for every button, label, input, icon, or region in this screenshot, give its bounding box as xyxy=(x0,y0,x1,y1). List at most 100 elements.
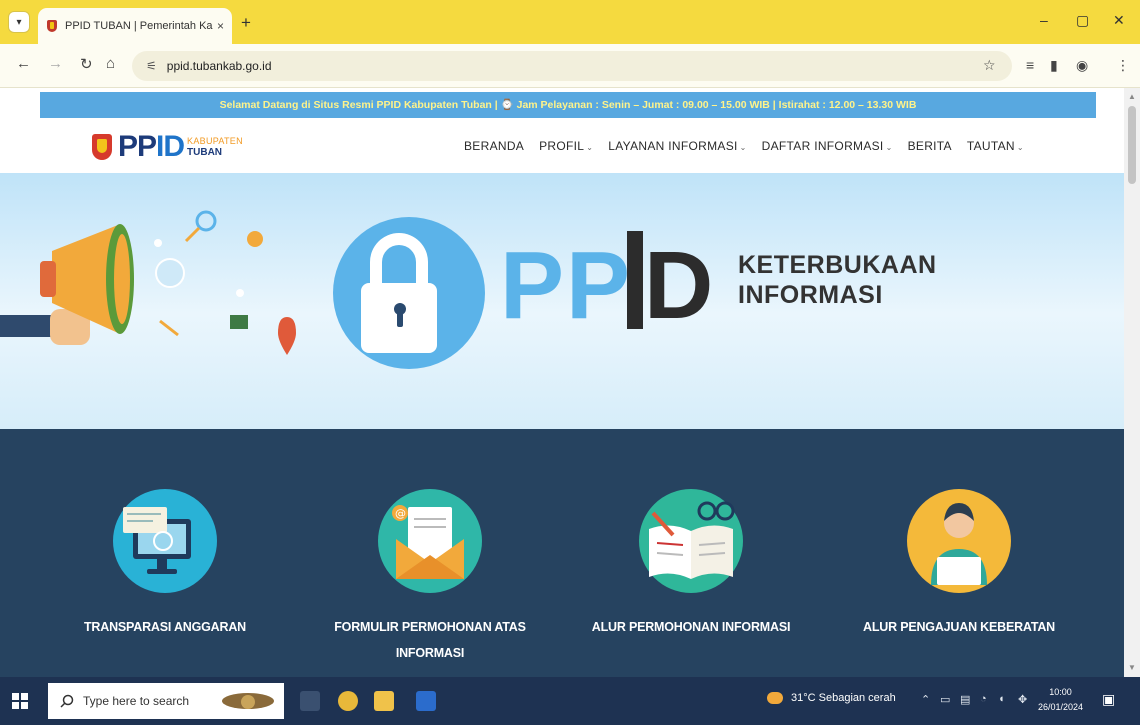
weather-text: 31°C Sebagian cerah xyxy=(791,692,896,704)
tray-overflow-icon[interactable]: ⌃ xyxy=(921,693,930,706)
megaphone-illustration-icon xyxy=(0,210,296,355)
feature-label: TRANSPARASI ANGGARAN xyxy=(84,620,246,634)
battery-icon[interactable]: ▭ xyxy=(940,693,950,706)
browser-tab-active[interactable]: PPID TUBAN | Pemerintah Kab... × xyxy=(38,8,232,44)
scroll-thumb[interactable] xyxy=(1128,106,1136,184)
weather-widget[interactable]: 31°C Sebagian cerah xyxy=(767,692,896,704)
site-logo[interactable]: PPID KABUPATEN TUBAN xyxy=(92,132,243,162)
open-book-icon xyxy=(639,489,743,593)
hero-ppid-pp: PP xyxy=(500,232,633,339)
feature-label: ALUR PENGAJUAN KEBERATAN xyxy=(863,620,1055,634)
bookmark-star-icon[interactable]: ☆ xyxy=(983,57,996,74)
new-tab-button[interactable]: + xyxy=(241,13,251,33)
clock-time: 10:00 xyxy=(1049,687,1072,697)
feature-card-formulir[interactable]: @ FORMULIR PERMOHONAN ATAS INFORMASI xyxy=(310,489,550,666)
nav-item-daftar-informasi[interactable]: DAFTAR INFORMASI ⌄ xyxy=(762,139,893,153)
browser-tab-strip: ▾ PPID TUBAN | Pemerintah Kab... × + – ▢… xyxy=(0,0,1140,44)
reload-icon[interactable]: ↻ xyxy=(80,55,93,73)
computer-budget-icon xyxy=(113,489,217,593)
tab-close-icon[interactable]: × xyxy=(217,19,224,33)
tab-title: PPID TUBAN | Pemerintah Kab... xyxy=(65,20,213,32)
profile-icon[interactable]: ◉ xyxy=(1076,57,1088,74)
tuban-emblem-icon xyxy=(92,134,112,160)
chevron-down-icon: ⌄ xyxy=(739,143,747,152)
site-settings-icon[interactable]: ⚟ xyxy=(146,59,157,73)
weather-cloud-sun-icon xyxy=(767,692,783,704)
chevron-down-icon: ⌄ xyxy=(586,143,594,152)
site-header: PPID KABUPATEN TUBAN BERANDA PROFIL ⌄ LAY… xyxy=(0,118,1124,173)
garuda-emblem-icon xyxy=(222,693,274,709)
scroll-down-icon[interactable]: ▼ xyxy=(1128,663,1136,672)
taskbar-search-box[interactable]: Type here to search xyxy=(48,683,284,719)
scroll-up-icon[interactable]: ▲ xyxy=(1128,92,1136,101)
taskbar-clock[interactable]: 10:00 26/01/2024 xyxy=(1038,685,1083,715)
logo-subtitle: KABUPATEN TUBAN xyxy=(187,136,243,158)
feature-label: FORMULIR PERMOHONAN ATAS INFORMASI xyxy=(334,620,526,660)
feature-card-transparasi[interactable]: TRANSPARASI ANGGARAN xyxy=(45,489,285,640)
tab-search-icon[interactable]: ▾ xyxy=(8,11,30,33)
chevron-down-icon: ⌄ xyxy=(1016,143,1024,152)
nav-label: DAFTAR INFORMASI xyxy=(761,139,884,153)
chrome-icon[interactable] xyxy=(338,691,358,711)
url-text[interactable]: ppid.tubankab.go.id xyxy=(167,59,272,73)
side-panel-icon[interactable]: ▮ xyxy=(1050,57,1058,74)
features-section: TRANSPARASI ANGGARAN @ FORMULIR PERMOHON… xyxy=(0,429,1124,677)
forward-icon[interactable]: → xyxy=(48,55,63,72)
home-icon[interactable]: ⌂ xyxy=(106,55,115,72)
hero-tagline: KETERBUKAAN INFORMASI xyxy=(738,250,937,310)
logo-sub-kabupaten: KABUPATEN xyxy=(187,136,243,146)
envelope-form-icon: @ xyxy=(378,489,482,593)
nav-item-beranda[interactable]: BERANDA xyxy=(464,139,524,153)
search-placeholder: Type here to search xyxy=(83,694,190,708)
wifi-icon[interactable]: ◔ xyxy=(980,693,987,705)
feature-label: ALUR PERMOHONAN INFORMASI xyxy=(591,620,791,634)
nav-label: PROFIL xyxy=(539,139,585,153)
nav-item-tautan[interactable]: TAUTAN ⌄ xyxy=(967,139,1024,153)
feature-card-alur-keberatan[interactable]: ALUR PENGAJUAN KEBERATAN xyxy=(839,489,1079,640)
announcement-bar: Selamat Datang di Situs Resmi PPID Kabup… xyxy=(40,92,1096,118)
minimize-button[interactable]: – xyxy=(1040,12,1048,28)
svg-text:@: @ xyxy=(395,507,406,520)
nav-label: BERANDA xyxy=(464,139,525,153)
windows-taskbar: Type here to search 31°C Sebagian cerah … xyxy=(0,677,1140,725)
page-viewport: Selamat Datang di Situs Resmi PPID Kabup… xyxy=(0,88,1124,677)
hero-tagline-line2: INFORMASI xyxy=(738,281,883,309)
back-icon[interactable]: ← xyxy=(16,55,31,72)
word-icon[interactable] xyxy=(416,691,436,711)
chevron-down-icon: ⌄ xyxy=(885,143,893,152)
close-window-button[interactable]: ✕ xyxy=(1113,12,1125,29)
volume-icon[interactable]: ◖ xyxy=(998,693,1005,705)
clock-date: 26/01/2024 xyxy=(1038,702,1084,712)
site-favicon-icon xyxy=(46,19,58,33)
menu-icon[interactable]: ⋮ xyxy=(1116,57,1130,74)
logo-wordmark: PPID xyxy=(118,130,185,163)
file-explorer-icon[interactable] xyxy=(374,691,394,711)
maximize-button[interactable]: ▢ xyxy=(1076,12,1089,29)
hero-banner: PP D KETERBUKAAN INFORMASI xyxy=(0,173,1124,429)
logo-sub-tuban: TUBAN xyxy=(187,147,223,158)
windows-start-icon[interactable] xyxy=(12,693,28,709)
hero-ppid-i xyxy=(627,231,643,329)
keyhole-slot xyxy=(397,311,403,327)
nav-label: LAYANAN INFORMASI xyxy=(608,139,738,153)
search-icon xyxy=(60,694,74,708)
nav-item-layanan-informasi[interactable]: LAYANAN INFORMASI ⌄ xyxy=(608,139,746,153)
nav-label: TAUTAN xyxy=(966,139,1015,153)
browser-toolbar: ← → ↻ ⌂ ⚟ ppid.tubankab.go.id ☆ ≡ ▮ ◉ ⋮ xyxy=(0,44,1140,88)
network-icon[interactable]: ▤ xyxy=(960,693,970,706)
nav-item-profil[interactable]: PROFIL ⌄ xyxy=(539,139,593,153)
address-bar[interactable]: ⚟ ppid.tubankab.go.id xyxy=(132,51,1012,81)
task-view-icon[interactable] xyxy=(300,691,320,711)
feature-card-alur-permohonan[interactable]: ALUR PERMOHONAN INFORMASI xyxy=(571,489,811,640)
person-laptop-icon xyxy=(907,489,1011,593)
notification-icon[interactable]: ▣ xyxy=(1102,691,1115,708)
nav-item-berita[interactable]: BERITA xyxy=(908,139,952,153)
language-icon[interactable]: ✥ xyxy=(1018,693,1027,706)
reading-list-icon[interactable]: ≡ xyxy=(1026,57,1034,73)
logo-pp: PP xyxy=(118,130,157,163)
page-scrollbar[interactable]: ▲ ▼ xyxy=(1124,88,1140,677)
nav-label: BERITA xyxy=(907,139,952,153)
logo-id: ID xyxy=(156,130,185,163)
hero-ppid-d: D xyxy=(644,232,714,339)
hero-tagline-line1: KETERBUKAAN xyxy=(738,251,937,279)
